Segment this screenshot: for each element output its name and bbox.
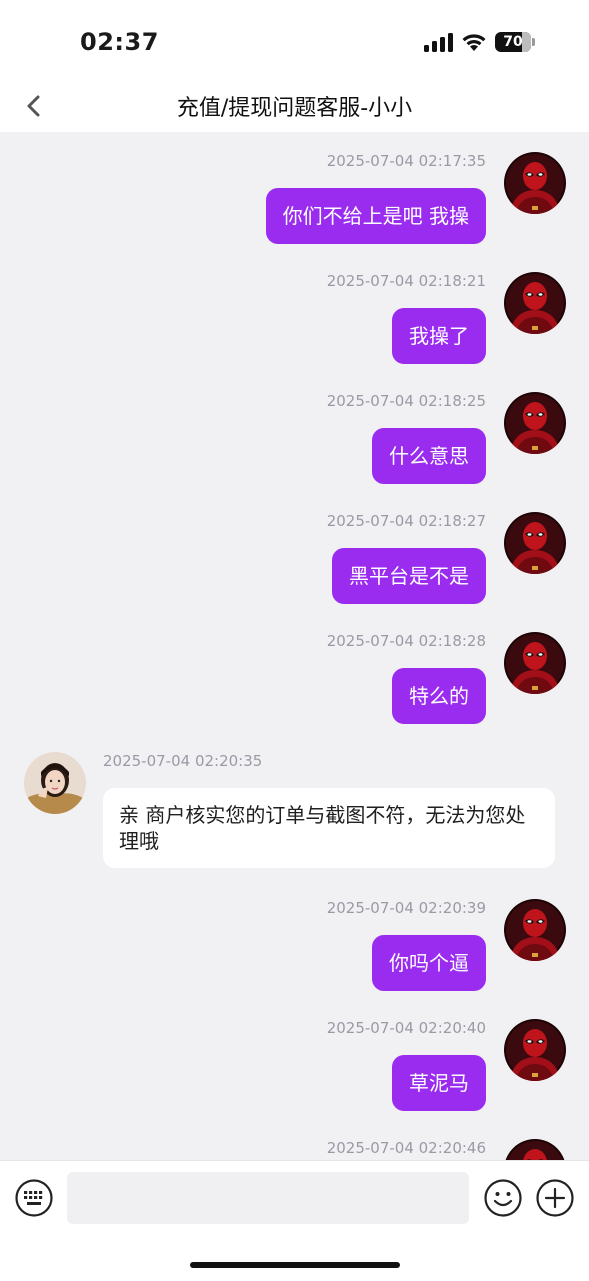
user-avatar[interactable] bbox=[504, 1019, 566, 1081]
battery-level: 70 bbox=[503, 34, 523, 50]
message-bubble[interactable]: 我操了 bbox=[392, 308, 486, 364]
message-bubble[interactable]: 特么的 bbox=[392, 668, 486, 724]
emoji-icon bbox=[484, 1179, 522, 1217]
home-indicator bbox=[190, 1262, 400, 1268]
user-avatar[interactable] bbox=[504, 392, 566, 454]
user-avatar[interactable] bbox=[504, 632, 566, 694]
message-timestamp: 2025-07-04 02:18:25 bbox=[326, 392, 486, 410]
agent-avatar[interactable] bbox=[24, 752, 86, 814]
keyboard-icon bbox=[15, 1179, 53, 1217]
message-timestamp: 2025-07-04 02:17:35 bbox=[326, 152, 486, 170]
message-timestamp: 2025-07-04 02:20:35 bbox=[103, 752, 263, 770]
message-bubble[interactable]: 黑平台是不是 bbox=[332, 548, 486, 604]
message-timestamp: 2025-07-04 02:20:39 bbox=[326, 899, 486, 917]
battery-icon: 70 bbox=[495, 31, 535, 53]
user-avatar[interactable] bbox=[504, 512, 566, 574]
more-options-button[interactable] bbox=[535, 1178, 575, 1218]
page-title: 充值/提现问题客服-小小 bbox=[176, 96, 413, 121]
user-avatar[interactable] bbox=[504, 272, 566, 334]
chat-messages[interactable]: 2025-07-04 02:17:35 你们不给上是吧 我操 2025-07-0… bbox=[0, 132, 589, 1160]
message-bubble[interactable]: 你吗个逼 bbox=[372, 935, 486, 991]
message-bubble[interactable]: 草泥马 bbox=[392, 1055, 486, 1111]
message-timestamp: 2025-07-04 02:20:46 bbox=[326, 1139, 486, 1157]
message-timestamp: 2025-07-04 02:18:21 bbox=[326, 272, 486, 290]
message-bubble[interactable]: 亲 商户核实您的订单与截图不符，无法为您处理哦 bbox=[103, 788, 555, 868]
wifi-icon bbox=[462, 34, 486, 51]
message-bubble[interactable]: 什么意思 bbox=[372, 428, 486, 484]
nav-bar: 充值/提现问题客服-小小 bbox=[0, 80, 589, 132]
message-timestamp: 2025-07-04 02:18:27 bbox=[326, 512, 486, 530]
emoji-button[interactable] bbox=[483, 1178, 523, 1218]
user-avatar[interactable] bbox=[504, 152, 566, 214]
status-bar: 02:37 70 bbox=[0, 0, 589, 80]
keyboard-toggle-button[interactable] bbox=[14, 1178, 54, 1218]
plus-icon bbox=[536, 1179, 574, 1217]
user-avatar[interactable] bbox=[504, 899, 566, 961]
status-icons: 70 bbox=[424, 31, 535, 53]
message-timestamp: 2025-07-04 02:18:28 bbox=[326, 632, 486, 650]
message-bubble[interactable]: 你们不给上是吧 我操 bbox=[265, 188, 486, 244]
message-input[interactable] bbox=[67, 1172, 469, 1224]
status-time: 02:37 bbox=[80, 28, 159, 56]
message-timestamp: 2025-07-04 02:20:40 bbox=[326, 1019, 486, 1037]
user-avatar[interactable] bbox=[504, 1139, 566, 1160]
cellular-signal-icon bbox=[424, 32, 453, 52]
